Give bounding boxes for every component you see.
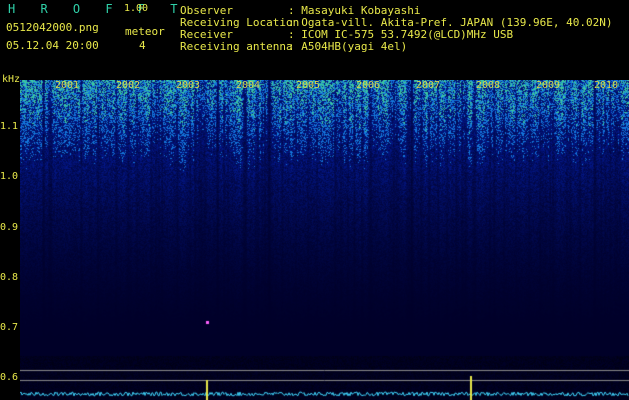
antenna-value: : A504HB(yagi 4el) bbox=[288, 40, 408, 53]
ytick-label: 0.6 bbox=[0, 372, 19, 383]
meteor-count: 4 bbox=[139, 39, 146, 52]
ytick-label: 1.0 bbox=[0, 171, 19, 182]
ytick-label: 1.1 bbox=[0, 121, 19, 132]
year-label: 2009 bbox=[536, 80, 561, 91]
year-label: 2004 bbox=[236, 80, 261, 91]
year-label: 2001 bbox=[55, 80, 80, 91]
frequency-unit-label: kHz bbox=[2, 74, 21, 85]
ytick-label: 0.7 bbox=[0, 322, 19, 333]
file-name: 0512042000.png bbox=[6, 21, 99, 34]
year-label: 2002 bbox=[116, 80, 141, 91]
ytick-label: 0.9 bbox=[0, 222, 19, 233]
antenna-label: Receiving antenna bbox=[180, 40, 293, 53]
year-label: 2008 bbox=[476, 80, 501, 91]
app-version: 1.00 bbox=[124, 3, 149, 14]
meteor-label: meteor bbox=[125, 25, 165, 38]
year-label: 2007 bbox=[416, 80, 441, 91]
year-label: 2005 bbox=[296, 80, 321, 91]
year-label: 2003 bbox=[176, 80, 201, 91]
app-title: H R O F F T bbox=[8, 2, 187, 16]
year-label: 2006 bbox=[356, 80, 381, 91]
ytick-label: 0.8 bbox=[0, 272, 19, 283]
observation-datetime: 05.12.04 20:00 bbox=[6, 39, 99, 52]
spectrogram bbox=[20, 80, 629, 400]
year-label: 2010 bbox=[594, 80, 619, 91]
